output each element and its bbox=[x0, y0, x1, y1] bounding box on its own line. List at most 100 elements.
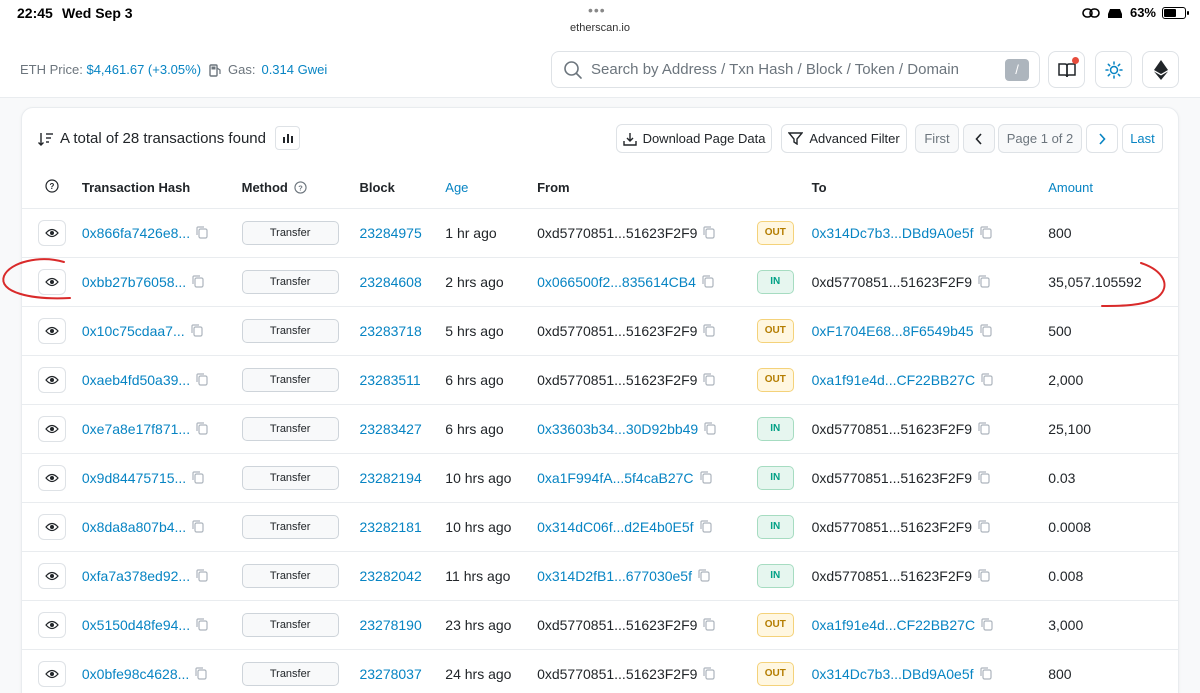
copy-icon[interactable] bbox=[981, 373, 993, 386]
preview-button[interactable] bbox=[38, 562, 66, 589]
tx-hash-link[interactable]: 0x5150d48fe94... bbox=[82, 617, 190, 633]
card-toolbar: A total of 28 transactions found Downloa… bbox=[22, 108, 1178, 168]
copy-icon[interactable] bbox=[703, 226, 716, 239]
col-header-amount[interactable]: Amount bbox=[1048, 168, 1178, 209]
preview-button[interactable] bbox=[38, 660, 66, 687]
chart-view-button[interactable] bbox=[275, 126, 300, 150]
from-address[interactable]: 0x066500f2...835614CB4 bbox=[537, 274, 696, 290]
block-cell: 23283718 bbox=[359, 306, 446, 356]
preview-button[interactable] bbox=[38, 611, 66, 638]
copy-icon[interactable] bbox=[191, 324, 203, 337]
first-page-button[interactable]: First bbox=[915, 124, 959, 153]
copy-icon[interactable] bbox=[978, 471, 990, 484]
copy-icon[interactable] bbox=[703, 618, 716, 631]
block-link[interactable]: 23282181 bbox=[359, 519, 421, 535]
copy-icon[interactable] bbox=[704, 422, 716, 435]
tx-hash-link[interactable]: 0x866fa7426e8... bbox=[82, 225, 190, 241]
to-address[interactable]: 0xF1704E68...8F6549b45 bbox=[812, 323, 974, 339]
copy-icon[interactable] bbox=[981, 618, 993, 631]
method-badge: Transfer bbox=[241, 416, 339, 441]
age-cell: 1 hr ago bbox=[445, 208, 538, 258]
copy-icon[interactable] bbox=[702, 275, 714, 288]
block-link[interactable]: 23278190 bbox=[359, 617, 421, 633]
tx-hash-link[interactable]: 0x9d84475715... bbox=[82, 470, 186, 486]
to-address[interactable]: 0x314Dc7b3...DBd9A0e5f bbox=[812, 666, 974, 682]
to-address[interactable]: 0xa1f91e4d...CF22BB27C bbox=[812, 617, 975, 633]
copy-icon[interactable] bbox=[196, 618, 208, 631]
block-link[interactable]: 23283718 bbox=[359, 323, 421, 339]
preview-button[interactable] bbox=[38, 464, 66, 491]
block-link[interactable]: 23278037 bbox=[359, 666, 421, 682]
preview-button[interactable] bbox=[38, 513, 66, 540]
eth-price-value[interactable]: $4,461.67 (+3.05%) bbox=[86, 62, 201, 77]
direction-cell: OUT bbox=[756, 306, 812, 356]
tx-hash-link[interactable]: 0x10c75cdaa7... bbox=[82, 323, 185, 339]
preview-button[interactable] bbox=[38, 415, 66, 442]
copy-icon[interactable] bbox=[192, 471, 204, 484]
tx-hash-link[interactable]: 0xaeb4fd50a39... bbox=[82, 372, 190, 388]
search-box[interactable]: / bbox=[551, 51, 1040, 88]
copy-icon[interactable] bbox=[196, 373, 208, 386]
to-address[interactable]: 0xa1f91e4d...CF22BB27C bbox=[812, 372, 975, 388]
copy-icon[interactable] bbox=[978, 520, 990, 533]
tx-hash-link[interactable]: 0xe7a8e17f871... bbox=[82, 421, 190, 437]
advanced-filter-button[interactable]: Advanced Filter bbox=[781, 124, 907, 153]
copy-icon[interactable] bbox=[703, 373, 716, 386]
from-address: 0xd5770851...51623F2F9 bbox=[537, 224, 698, 241]
block-link[interactable]: 23283427 bbox=[359, 421, 421, 437]
preview-button[interactable] bbox=[38, 317, 66, 344]
from-address: 0xd5770851...51623F2F9 bbox=[537, 371, 698, 388]
tx-hash-link[interactable]: 0x0bfe98c4628... bbox=[82, 666, 189, 682]
copy-icon[interactable] bbox=[979, 667, 992, 680]
preview-button[interactable] bbox=[38, 268, 66, 295]
from-address[interactable]: 0x314dC06f...d2E4b0E5f bbox=[537, 519, 693, 535]
preview-button[interactable] bbox=[38, 219, 66, 246]
tx-hash-link[interactable]: 0x8da8a807b4... bbox=[82, 519, 186, 535]
block-link[interactable]: 23282042 bbox=[359, 568, 421, 584]
method-cell: Transfer bbox=[241, 502, 360, 552]
copy-icon[interactable] bbox=[699, 520, 712, 533]
block-link[interactable]: 23282194 bbox=[359, 470, 421, 486]
copy-icon[interactable] bbox=[192, 520, 204, 533]
copy-icon[interactable] bbox=[196, 569, 208, 582]
copy-icon[interactable] bbox=[192, 275, 204, 288]
next-page-button[interactable] bbox=[1086, 124, 1118, 153]
block-link[interactable]: 23284608 bbox=[359, 274, 421, 290]
col-header-age[interactable]: Age bbox=[445, 168, 538, 209]
copy-icon[interactable] bbox=[699, 471, 712, 484]
copy-icon[interactable] bbox=[703, 667, 716, 680]
method-cell: Transfer bbox=[241, 208, 360, 258]
copy-icon[interactable] bbox=[196, 422, 208, 435]
network-button[interactable] bbox=[1142, 51, 1179, 88]
copy-icon[interactable] bbox=[978, 275, 990, 288]
copy-icon[interactable] bbox=[698, 569, 710, 582]
copy-icon[interactable] bbox=[978, 422, 990, 435]
help-circle-icon[interactable]: ? bbox=[294, 181, 308, 194]
theme-toggle-button[interactable] bbox=[1095, 51, 1132, 88]
preview-button[interactable] bbox=[38, 366, 66, 393]
block-link[interactable]: 23283511 bbox=[359, 372, 420, 388]
to-address[interactable]: 0x314Dc7b3...DBd9A0e5f bbox=[812, 225, 974, 241]
tx-hash-link[interactable]: 0xfa7a378ed92... bbox=[82, 568, 190, 584]
copy-icon[interactable] bbox=[978, 569, 990, 582]
copy-icon[interactable] bbox=[196, 226, 208, 239]
direction-cell: OUT bbox=[756, 355, 812, 405]
address-bar-url[interactable]: etherscan.io bbox=[0, 22, 1200, 34]
block-link[interactable]: 23284975 bbox=[359, 225, 421, 241]
tx-hash-link[interactable]: 0xbb27b76058... bbox=[82, 274, 186, 290]
help-circle-icon[interactable]: ? bbox=[45, 179, 59, 193]
from-address[interactable]: 0xa1F994fA...5f4caB27C bbox=[537, 470, 693, 486]
copy-icon[interactable] bbox=[195, 667, 207, 680]
copy-icon[interactable] bbox=[979, 226, 992, 239]
last-page-button[interactable]: Last bbox=[1122, 124, 1163, 153]
search-input[interactable] bbox=[591, 61, 961, 78]
from-address[interactable]: 0x314D2fB1...677030e5f bbox=[537, 568, 692, 584]
profile-button[interactable] bbox=[1048, 51, 1085, 88]
copy-icon[interactable] bbox=[703, 324, 716, 337]
copy-icon[interactable] bbox=[979, 324, 992, 337]
prev-page-button[interactable] bbox=[963, 124, 995, 153]
from-address[interactable]: 0x33603b34...30D92bb49 bbox=[537, 421, 698, 437]
gas-value[interactable]: 0.314 Gwei bbox=[261, 62, 327, 77]
more-dots-icon[interactable]: ••• bbox=[588, 2, 606, 18]
download-page-data-button[interactable]: Download Page Data bbox=[616, 124, 772, 153]
